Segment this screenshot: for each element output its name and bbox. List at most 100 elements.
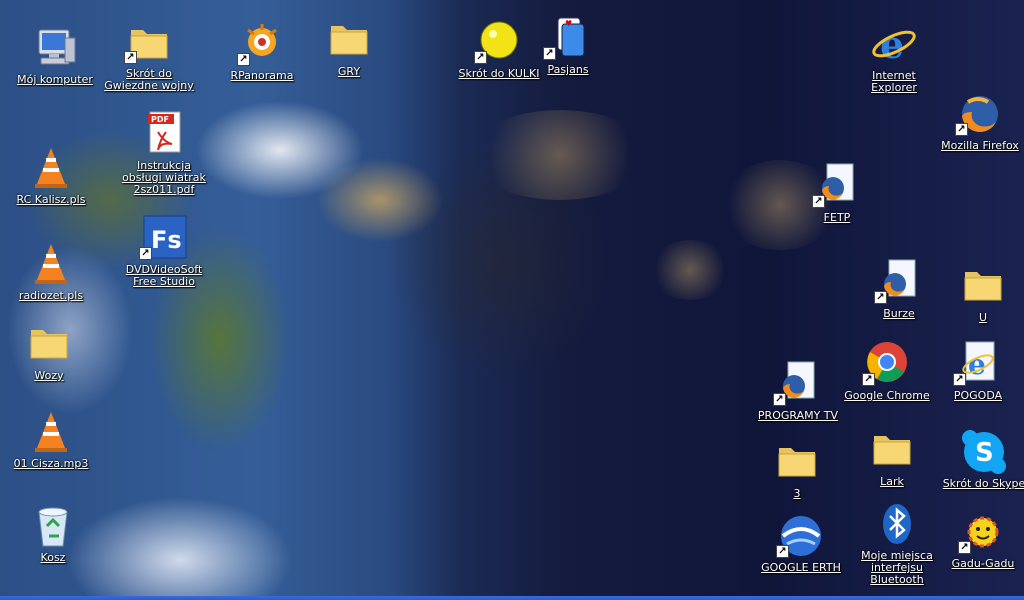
folder-icon: ↗	[124, 18, 173, 66]
desktop-icon-pogoda[interactable]: e ↗ POGODA	[932, 340, 1024, 402]
pdf-file-icon: PDF	[140, 110, 188, 158]
desktop-icon-internet-explorer[interactable]: e Internet Explorer	[848, 20, 940, 94]
firefox-url-icon: ↗	[874, 258, 923, 306]
folder-icon	[325, 16, 373, 64]
icon-label: Kosz	[40, 551, 66, 564]
icon-label: Skrót do Skype	[942, 477, 1024, 490]
icon-label: GOOGLE ERTH	[761, 561, 841, 574]
icon-label: Burze	[883, 307, 915, 320]
desktop-icon-mozilla-firefox[interactable]: ↗ Mozilla Firefox	[934, 90, 1024, 152]
desktop-icon-pasjans[interactable]: ♥ ↗ Pasjans	[522, 14, 614, 76]
desktop-icon-rpanorama[interactable]: ↗ RPanorama	[216, 20, 308, 82]
panorama-app-icon: ↗	[237, 20, 286, 68]
icon-label: Pasjans	[547, 63, 589, 76]
icon-label: Mozilla Firefox	[941, 139, 1019, 152]
icon-label: FETP	[823, 211, 851, 224]
vlc-playlist-icon	[27, 240, 75, 288]
icon-label: Wozy	[34, 369, 64, 382]
desktop-icon-wozy[interactable]: Wozy	[3, 320, 95, 382]
desktop-icon-google-chrome[interactable]: ↗ Google Chrome	[841, 340, 933, 402]
icon-label: Mój komputer	[17, 73, 93, 86]
city-lights-glow	[470, 110, 650, 200]
icon-label: Skrót do Gwiezdne wojny	[104, 67, 194, 92]
internet-explorer-icon: e	[870, 20, 918, 68]
icon-label: RPanorama	[230, 69, 294, 82]
shortcut-arrow-icon: ↗	[958, 541, 971, 554]
icon-label: RC Kalisz.pls	[16, 193, 86, 206]
recycle-bin-icon	[29, 502, 77, 550]
folder-icon	[868, 426, 916, 474]
dvdvideosoft-icon: Fs ↗	[139, 214, 188, 262]
folder-icon	[25, 320, 73, 368]
desktop-icon-radiozet[interactable]: radiozet.pls	[5, 240, 97, 302]
desktop-icon-01-cisza[interactable]: 01 Cisza.mp3	[5, 408, 97, 470]
icon-label: Google Chrome	[844, 389, 930, 402]
icon-label: radiozet.pls	[18, 289, 84, 302]
skype-icon: S	[960, 428, 1008, 476]
icon-label: U	[978, 311, 988, 324]
desktop-icon-gadu-gadu[interactable]: ↗ Gadu-Gadu	[937, 508, 1024, 570]
google-earth-icon: ↗	[776, 512, 825, 560]
my-computer-icon	[31, 24, 79, 72]
gadu-gadu-icon: ↗	[958, 508, 1007, 556]
shortcut-arrow-icon: ↗	[874, 291, 887, 304]
svg-text:♥: ♥	[565, 19, 572, 28]
icon-label: POGODA	[953, 389, 1003, 402]
shortcut-arrow-icon: ↗	[237, 53, 250, 66]
chrome-icon: ↗	[862, 340, 911, 388]
shortcut-arrow-icon: ↗	[474, 51, 487, 64]
desktop-icon-bluetooth[interactable]: Moje miejsca interfejsu Bluetooth	[851, 500, 943, 586]
icon-label: Gadu-Gadu	[951, 557, 1015, 570]
shortcut-arrow-icon: ↗	[124, 51, 137, 64]
svg-text:PDF: PDF	[151, 115, 169, 124]
firefox-url-icon: ↗	[773, 360, 822, 408]
desktop-icon-rc-kalisz[interactable]: RC Kalisz.pls	[5, 144, 97, 206]
desktop-icon-instrukcja-pdf[interactable]: PDF Instrukcja obsługi wiatrak 2sz011.pd…	[118, 110, 210, 196]
desktop-wallpaper: Mój komputer ↗ Skrót do Gwiezdne wojny ↗…	[0, 0, 1024, 600]
vlc-playlist-icon	[27, 144, 75, 192]
shortcut-arrow-icon: ↗	[862, 373, 875, 386]
desktop-icon-fetp[interactable]: ↗ FETP	[791, 162, 883, 224]
firefox-icon: ↗	[955, 90, 1004, 138]
desktop-icon-programy-tv[interactable]: ↗ PROGRAMY TV	[752, 360, 844, 422]
folder-icon	[773, 438, 821, 486]
icon-label: 01 Cisza.mp3	[13, 457, 89, 470]
firefox-url-icon: ↗	[812, 162, 861, 210]
folder-icon	[959, 262, 1007, 310]
icon-label: Moje miejsca interfejsu Bluetooth	[861, 549, 933, 586]
shortcut-arrow-icon: ↗	[543, 47, 556, 60]
desktop-icon-google-earth[interactable]: ↗ GOOGLE ERTH	[755, 512, 847, 574]
svg-text:Fs: Fs	[151, 226, 182, 254]
ie-url-icon: e ↗	[953, 340, 1002, 388]
desktop-icon-skype[interactable]: S Skrót do Skype	[938, 428, 1024, 490]
icon-label: Instrukcja obsługi wiatrak 2sz011.pdf	[122, 159, 206, 196]
city-lights-glow	[650, 240, 730, 300]
shortcut-arrow-icon: ↗	[953, 373, 966, 386]
icon-label: PROGRAMY TV	[757, 409, 839, 422]
icon-label: GRY	[337, 65, 361, 78]
svg-text:e: e	[880, 22, 904, 67]
taskbar-edge	[0, 596, 1024, 600]
shortcut-arrow-icon: ↗	[776, 545, 789, 558]
shortcut-arrow-icon: ↗	[955, 123, 968, 136]
shortcut-arrow-icon: ↗	[812, 195, 825, 208]
solitaire-icon: ♥ ↗	[543, 14, 592, 62]
svg-text:S: S	[975, 438, 994, 468]
svg-text:e: e	[968, 348, 986, 381]
shortcut-arrow-icon: ↗	[773, 393, 786, 406]
icon-label: 3	[793, 487, 801, 500]
desktop-icon-gry[interactable]: GRY	[303, 16, 395, 78]
icon-label: DVDVideoSoft Free Studio	[125, 263, 203, 288]
desktop-icon-kosz[interactable]: Kosz	[7, 502, 99, 564]
icon-label: Internet Explorer	[871, 69, 917, 94]
desktop-icon-lark[interactable]: Lark	[846, 426, 938, 488]
bluetooth-icon	[873, 500, 921, 548]
vlc-audio-icon	[27, 408, 75, 456]
shortcut-arrow-icon: ↗	[139, 247, 152, 260]
desktop-icon-burze[interactable]: ↗ Burze	[853, 258, 945, 320]
desktop-icon-3[interactable]: 3	[751, 438, 843, 500]
desktop-icon-dvdvideosoft[interactable]: Fs ↗ DVDVideoSoft Free Studio	[118, 214, 210, 288]
desktop-icon-u[interactable]: U	[937, 262, 1024, 324]
desktop-icon-my-computer[interactable]: Mój komputer	[9, 24, 101, 86]
desktop-icon-gwiezdne-wojny[interactable]: ↗ Skrót do Gwiezdne wojny	[103, 18, 195, 92]
